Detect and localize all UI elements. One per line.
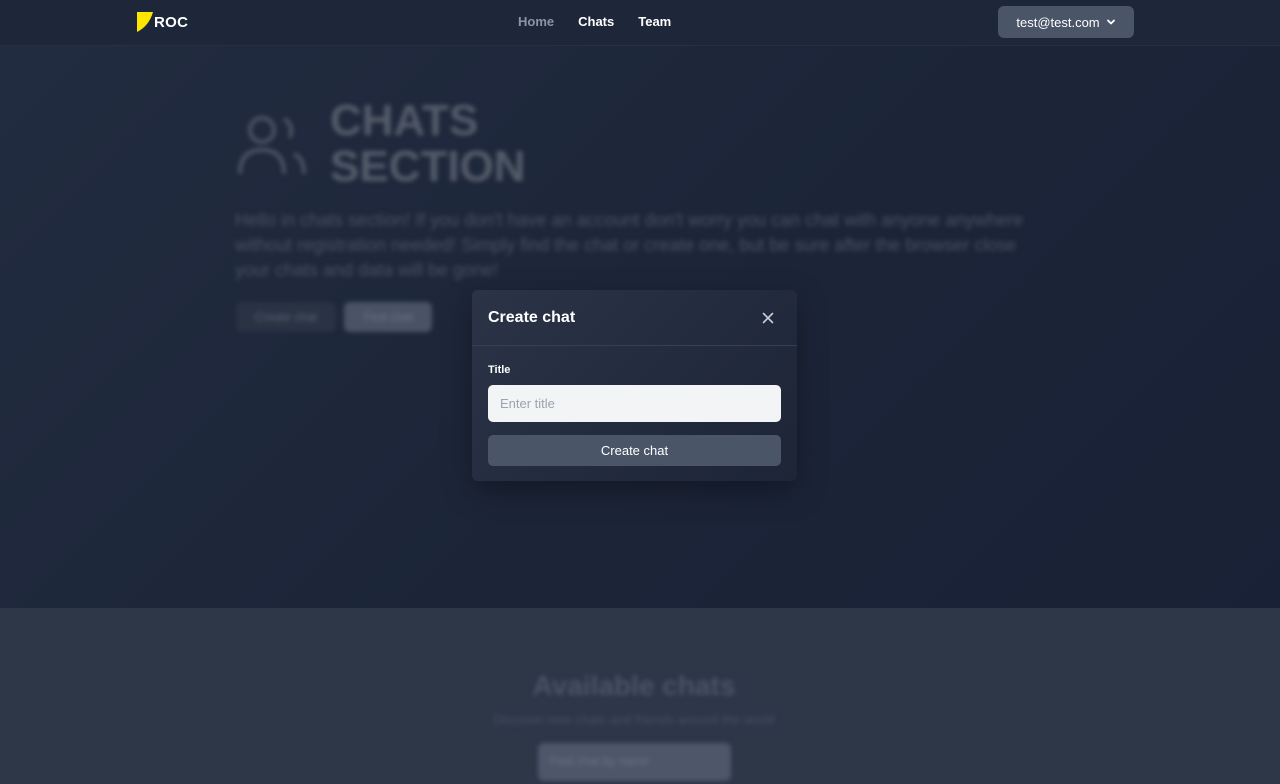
modal-header: Create chat: [472, 290, 797, 346]
available-chats-title: Available chats: [532, 670, 736, 701]
nav-link-chats[interactable]: Chats: [578, 14, 614, 29]
hero-create-chat-button[interactable]: Create chat: [236, 302, 336, 332]
user-menu-button[interactable]: test@test.com: [998, 6, 1134, 38]
navbar: ROC Home Chats Team test@test.com: [0, 0, 1280, 46]
create-chat-modal: Create chat Title Create chat: [472, 290, 797, 481]
hero-find-chat-button[interactable]: Find chat: [344, 302, 432, 332]
hero-description: Hello in chats section! If you don't hav…: [235, 210, 1024, 280]
user-email: test@test.com: [1016, 14, 1100, 30]
hero-title: CHATS SECTION: [330, 96, 526, 191]
available-chats-content-blurred: Available chats Discover new chats and f…: [0, 608, 1280, 784]
logo[interactable]: ROC: [135, 12, 188, 32]
available-chats-section: Available chats Discover new chats and f…: [0, 608, 1280, 784]
chevron-down-icon: [1106, 19, 1115, 25]
available-chats-subtitle: Discover new chats and friends around th…: [493, 712, 775, 727]
modal-title: Create chat: [488, 309, 576, 326]
nav-link-team[interactable]: Team: [638, 14, 671, 29]
close-icon[interactable]: [760, 310, 776, 326]
logo-text: ROC: [154, 13, 189, 31]
title-input[interactable]: [488, 385, 781, 422]
chat-search-input[interactable]: Find chat by name: [538, 743, 731, 781]
title-field-label: Title: [488, 364, 511, 376]
create-chat-button[interactable]: Create chat: [488, 435, 781, 466]
nav-links: Home Chats Team: [518, 14, 695, 29]
users-icon: [238, 116, 306, 175]
logo-mark-icon: [137, 12, 153, 32]
nav-link-home[interactable]: Home: [518, 14, 554, 29]
